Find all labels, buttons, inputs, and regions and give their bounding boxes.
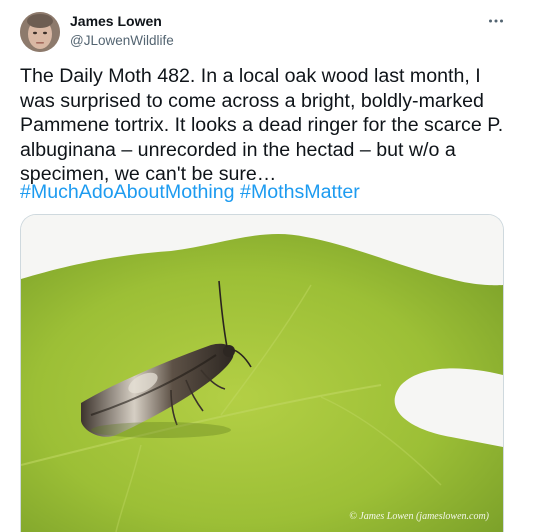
moth-on-leaf-photo [21, 215, 503, 532]
hashtag-link[interactable]: #MuchAdoAboutMothing [20, 181, 235, 203]
avatar[interactable] [20, 12, 60, 52]
hashtag-line: #MuchAdoAboutMothing #MothsMatter [20, 180, 360, 205]
tweet: James Lowen @JLowenWildlife The Daily Mo… [0, 0, 541, 532]
image-watermark: © James Lowen (jameslowen.com) [349, 511, 489, 522]
author-block: James Lowen @JLowenWildlife [70, 12, 174, 50]
tweet-text: The Daily Moth 482. In a local oak wood … [20, 65, 509, 185]
user-handle[interactable]: @JLowenWildlife [70, 32, 174, 50]
more-options-icon[interactable] [487, 12, 505, 35]
display-name[interactable]: James Lowen [70, 12, 174, 30]
tweet-image[interactable]: © James Lowen (jameslowen.com) [20, 214, 504, 532]
hashtag-link[interactable]: #MothsMatter [240, 181, 360, 203]
